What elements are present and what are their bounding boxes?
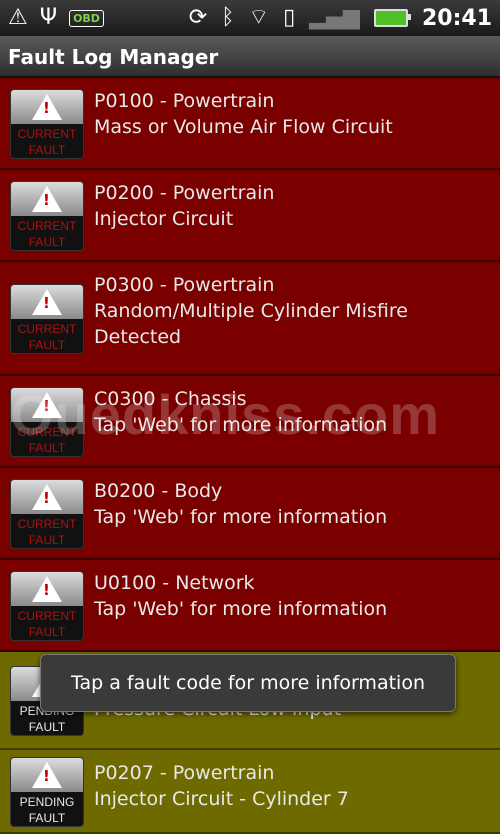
badge-status-label: PENDING	[19, 795, 75, 809]
fault-text: P0300 - Powertrain Random/Multiple Cylind…	[94, 272, 490, 350]
sd-icon: ▯	[283, 5, 296, 30]
fault-code: B0200 - Body	[94, 480, 223, 502]
badge-status-label: CURRENT	[17, 425, 77, 439]
badge-fault-label: FAULT	[28, 143, 66, 157]
current-fault-badge: ! CURRENT FAULT	[10, 89, 84, 159]
fault-text: P0100 - Powertrain Mass or Volume Air Flo…	[94, 88, 490, 140]
battery-icon	[373, 9, 411, 27]
alert-icon: ⚠	[8, 5, 28, 30]
fault-code: U0100 - Network	[94, 572, 255, 594]
app-title: Fault Log Manager	[0, 36, 500, 78]
fault-row[interactable]: ! CURRENT FAULT U0100 - Network Tap 'Web' fo…	[0, 560, 500, 652]
fault-code: P0100 - Powertrain	[94, 90, 275, 112]
current-fault-badge: ! CURRENT FAULT	[10, 571, 84, 641]
usb-icon: Ψ	[39, 5, 58, 30]
sync-icon: ⟳	[188, 5, 208, 30]
fault-row[interactable]: ! CURRENT FAULT B0200 - Body Tap 'Web' for m…	[0, 468, 500, 560]
fault-text: P0200 - Powertrain Injector Circuit	[94, 180, 490, 232]
fault-text: P0207 - Powertrain Injector Circuit - Cyl…	[94, 760, 490, 812]
warning-triangle-icon: !	[32, 762, 62, 788]
fault-list: ! CURRENT FAULT P0100 - Powertrain Mass or V…	[0, 78, 500, 834]
warning-triangle-icon: !	[32, 392, 62, 418]
fault-description: Tap 'Web' for more information	[94, 598, 388, 620]
fault-row[interactable]: ! CURRENT FAULT C0300 - Chassis Tap 'Web' fo…	[0, 376, 500, 468]
badge-fault-label: FAULT	[28, 338, 66, 352]
toast-message: Tap a fault code for more information	[40, 654, 456, 712]
badge-fault-label: FAULT	[28, 625, 66, 639]
current-fault-badge: ! CURRENT FAULT	[10, 181, 84, 251]
badge-status-label: CURRENT	[17, 127, 77, 141]
fault-text: C0300 - Chassis Tap 'Web' for more inform…	[94, 386, 490, 438]
fault-code: P0300 - Powertrain	[94, 274, 275, 296]
current-fault-badge: ! CURRENT FAULT	[10, 387, 84, 457]
badge-status-label: CURRENT	[17, 517, 77, 531]
fault-row[interactable]: ! PENDING FAULT P0207 - Powertrain Injector …	[0, 750, 500, 834]
fault-description: Injector Circuit	[94, 208, 234, 230]
fault-code: P0200 - Powertrain	[94, 182, 275, 204]
badge-status-label: CURRENT	[17, 322, 77, 336]
badge-status-label: CURRENT	[17, 219, 77, 233]
fault-row[interactable]: ! CURRENT FAULT P0300 - Powertrain Random/Mu…	[0, 262, 500, 376]
fault-row[interactable]: ! CURRENT FAULT P0100 - Powertrain Mass or V…	[0, 78, 500, 170]
bluetooth-icon: ᛒ	[221, 5, 235, 30]
badge-fault-label: FAULT	[28, 811, 66, 825]
current-fault-badge: ! CURRENT FAULT	[10, 284, 84, 354]
badge-fault-label: FAULT	[28, 235, 66, 249]
fault-description: Mass or Volume Air Flow Circuit	[94, 116, 393, 138]
fault-text: B0200 - Body Tap 'Web' for more informati…	[94, 478, 490, 530]
warning-triangle-icon: !	[32, 484, 62, 510]
fault-text: U0100 - Network Tap 'Web' for more inform…	[94, 570, 490, 622]
badge-fault-label: FAULT	[28, 441, 66, 455]
obd-icon: OBD	[69, 9, 104, 27]
signal-icon: ▂▄▆	[309, 5, 360, 30]
current-fault-badge: ! CURRENT FAULT	[10, 479, 84, 549]
status-bar: ⚠ Ψ OBD ⟳ ᛒ ⌔ ▯ ▂▄▆ 20:41	[0, 0, 500, 36]
pending-fault-badge: ! PENDING FAULT	[10, 757, 84, 827]
fault-code: C0300 - Chassis	[94, 388, 247, 410]
fault-description: Injector Circuit - Cylinder 7	[94, 788, 349, 810]
badge-status-label: CURRENT	[17, 609, 77, 623]
warning-triangle-icon: !	[32, 186, 62, 212]
badge-fault-label: FAULT	[28, 533, 66, 547]
fault-description: Random/Multiple Cylinder Misfire Detecte…	[94, 300, 408, 348]
fault-code: P0207 - Powertrain	[94, 762, 275, 784]
fault-description: Tap 'Web' for more information	[94, 506, 388, 528]
warning-triangle-icon: !	[32, 576, 62, 602]
badge-fault-label: FAULT	[28, 720, 66, 734]
wifi-icon: ⌔	[248, 5, 270, 30]
fault-description: Tap 'Web' for more information	[94, 414, 388, 436]
warning-triangle-icon: !	[32, 289, 62, 315]
clock: 20:41	[421, 5, 492, 31]
fault-row[interactable]: ! CURRENT FAULT P0200 - Powertrain Injector …	[0, 170, 500, 262]
warning-triangle-icon: !	[32, 94, 62, 120]
